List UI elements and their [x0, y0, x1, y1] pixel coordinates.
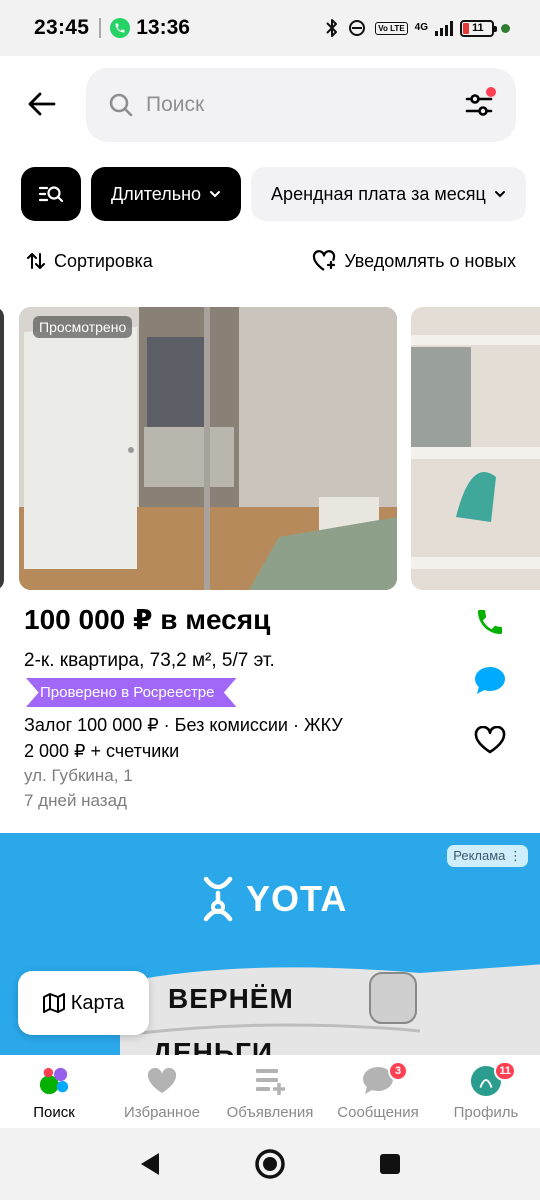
listing-date: 7 дней назад [24, 791, 127, 810]
whatsapp-call-icon [110, 18, 131, 38]
listing-address: ул. Губкина, 1 [24, 766, 133, 785]
photo-gallery[interactable]: Просмотрено [0, 307, 540, 590]
phone-icon [478, 610, 502, 634]
chevron-down-icon [494, 191, 505, 198]
link-icon [349, 20, 366, 36]
yota-mark-icon [203, 876, 233, 922]
viewed-badge: Просмотрено [33, 316, 133, 338]
profile-badge: 11 [494, 1061, 516, 1081]
rosreestr-verified-badge: Проверено в Росреестре [26, 678, 237, 707]
search-input[interactable] [146, 93, 426, 117]
chat-bubble-icon [475, 667, 505, 694]
favorite-button[interactable] [470, 720, 510, 760]
tab-label: Сообщения [337, 1104, 419, 1121]
arrow-left-icon [28, 92, 56, 116]
volte-indicator: Vo LTE [375, 21, 408, 35]
tab-search[interactable]: Поиск [0, 1055, 108, 1128]
status-time: 23:45 [34, 16, 90, 39]
listing-price[interactable]: 100 000 ₽ в месяц [24, 603, 270, 636]
messages-badge: 3 [388, 1061, 408, 1081]
bottom-tab-bar: Поиск Избранное Объявления 3 Сообщения 1… [0, 1055, 540, 1128]
tab-profile[interactable]: 11 Профиль [432, 1055, 540, 1128]
sort-arrows-icon [27, 253, 45, 269]
listing-terms: Залог 100 000 ₽ · Без комиссии · ЖКУ 2 0… [24, 715, 343, 761]
network-type: 4G [414, 22, 428, 33]
tab-label: Профиль [453, 1104, 519, 1121]
notify-button[interactable]: Уведомлять о новых [312, 249, 516, 273]
rent-price-chip[interactable]: Арендная плата за месяц [251, 167, 526, 221]
ad-text-line1: ВЕРНЁМ [168, 983, 294, 1014]
tab-messages[interactable]: 3 Сообщения [324, 1055, 432, 1128]
filter-chips: Длительно Арендная плата за месяц [21, 167, 526, 221]
tab-favorites[interactable]: Избранное [108, 1055, 216, 1128]
shelves-photo-illustration [411, 307, 540, 590]
heart-bell-icon [313, 250, 336, 271]
search-icon [109, 93, 133, 117]
status-separator [99, 18, 102, 38]
tab-label: Избранное [123, 1104, 201, 1121]
ad-brand: YOTA [246, 878, 348, 919]
call-duration: 13:36 [136, 16, 190, 39]
chat-icon: 3 [362, 1061, 408, 1097]
sort-row: Сортировка Уведомлять о новых [26, 246, 516, 276]
back-button[interactable] [24, 86, 60, 122]
bluetooth-icon [326, 19, 338, 37]
listing-photo[interactable]: Просмотрено [19, 307, 397, 590]
map-button[interactable]: Карта [18, 971, 149, 1035]
filters-active-dot [486, 87, 496, 97]
tab-label: Поиск [33, 1104, 75, 1121]
heart-outline-icon [474, 726, 506, 754]
profile-icon: 11 [470, 1061, 516, 1097]
signal-icon [435, 20, 453, 36]
recents-square-icon[interactable] [378, 1152, 402, 1176]
tab-label: Объявления [226, 1104, 314, 1121]
map-button-label: Карта [70, 991, 125, 1014]
battery-icon: 11 [460, 19, 497, 37]
notify-label: Уведомлять о новых [344, 250, 516, 271]
previous-photo[interactable] [0, 307, 4, 590]
ad-label[interactable]: Реклама ⋮ [447, 845, 528, 867]
battery-level: 11 [472, 22, 484, 34]
status-indicators: Vo LTE 4G 11 [325, 18, 510, 38]
search-bar[interactable] [86, 68, 516, 142]
heart-icon [146, 1065, 178, 1097]
search-dots-icon [38, 1065, 70, 1097]
back-triangle-icon[interactable] [138, 1151, 162, 1177]
list-search-icon [38, 186, 64, 203]
next-photo[interactable] [411, 307, 540, 590]
filters-button[interactable] [464, 87, 496, 120]
sort-label: Сортировка [54, 250, 153, 271]
yota-logo: YOTA [200, 875, 347, 923]
system-nav-bar [0, 1128, 540, 1200]
ad-text-line2: ДЕНЬГИ [152, 1037, 273, 1055]
sort-button[interactable]: Сортировка [26, 251, 153, 272]
listing-subtitle: 2-к. квартира, 73,2 м², 5/7 эт. [24, 650, 275, 671]
duration-chip-label: Длительно [111, 183, 202, 204]
home-circle-icon[interactable] [254, 1148, 286, 1180]
rent-price-chip-label: Арендная плата за месяц [271, 183, 486, 204]
call-button[interactable] [470, 602, 510, 642]
status-bar: 23:45 13:36 Vo LTE 4G 11 [0, 0, 540, 56]
listings-icon [254, 1065, 286, 1097]
tab-listings[interactable]: Объявления [216, 1055, 324, 1128]
quick-filter-button[interactable] [21, 167, 81, 221]
map-icon [42, 993, 65, 1013]
room-photo-illustration [19, 307, 397, 590]
privacy-dot-icon [501, 23, 510, 33]
duration-chip[interactable]: Длительно [91, 167, 242, 221]
message-button[interactable] [470, 661, 510, 701]
chevron-down-icon [210, 191, 221, 198]
